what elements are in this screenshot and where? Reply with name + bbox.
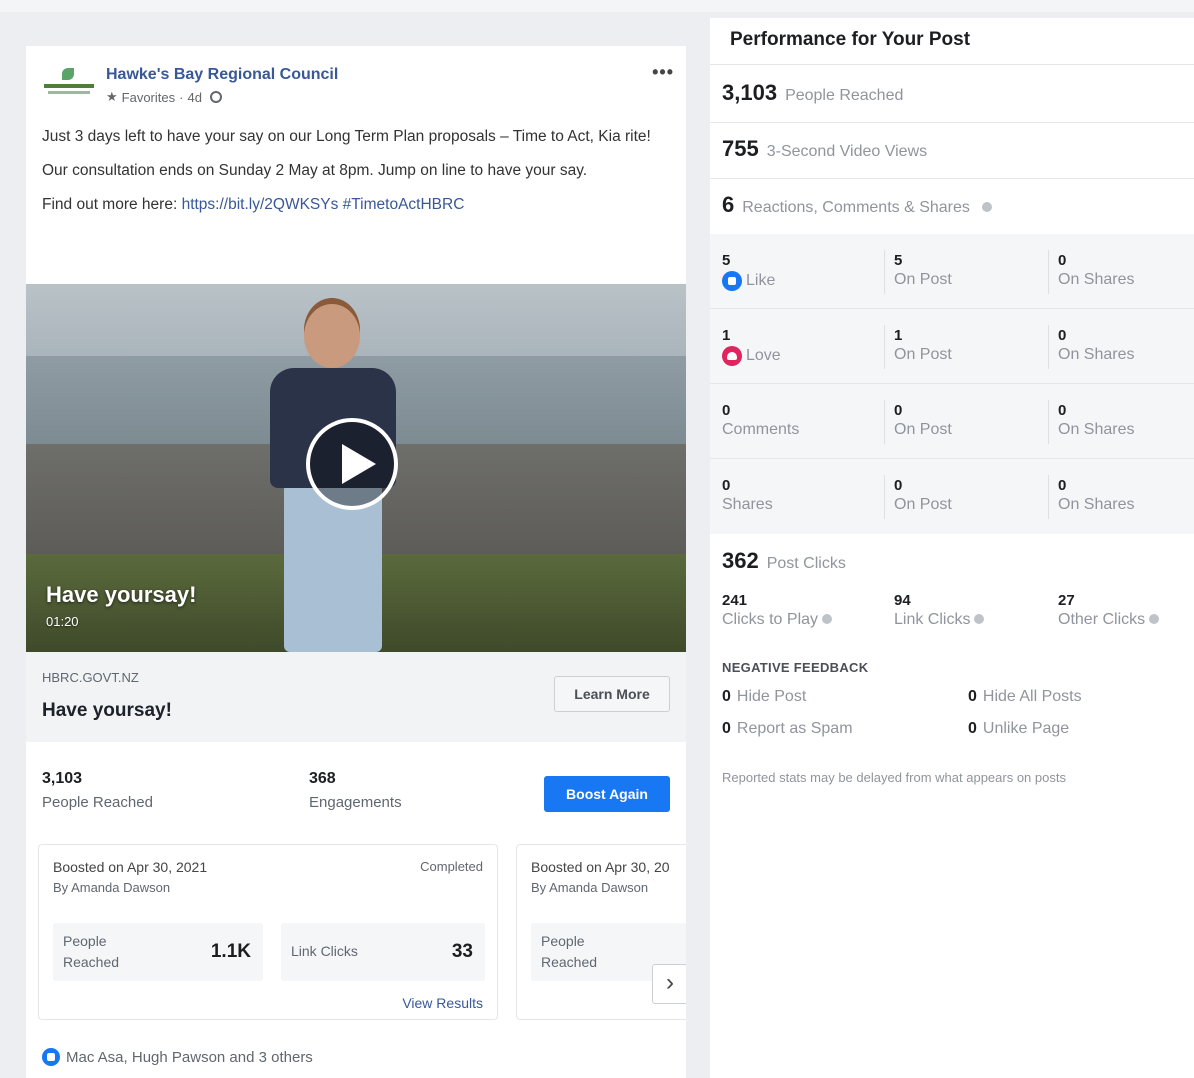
hashtag-link[interactable]: #TimetoActHBRC [343, 196, 465, 213]
learn-more-button[interactable]: Learn More [554, 676, 670, 712]
post-card: Hawke's Bay Regional Council ★ Favorites… [26, 46, 686, 1078]
unlike-page-stat: 0 Unlike Page [968, 720, 1070, 737]
reaction-row-comments: 0 Comments 0 On Post 0 On Shares [710, 384, 1194, 458]
boost-history: Boosted on Apr 30, 2021 By Amanda Dawson… [26, 838, 686, 1024]
like-icon [42, 1048, 60, 1066]
like-icon [722, 271, 742, 291]
boost-author: By Amanda Dawson [531, 880, 649, 895]
performance-panel: Performance for Your Post 3,103 People R… [710, 18, 1194, 1078]
view-results-link[interactable]: View Results [402, 995, 483, 1011]
stats-disclaimer: Reported stats may be delayed from what … [722, 770, 1066, 785]
panel-title: Performance for Your Post [730, 29, 971, 50]
boost-author: By Amanda Dawson [53, 880, 171, 895]
love-icon [722, 346, 742, 366]
post-text: Just 3 days left to have your say on our… [42, 126, 670, 228]
report-spam-stat: 0 Report as Spam [722, 720, 853, 737]
globe-icon [209, 91, 222, 103]
play-icon[interactable] [306, 418, 398, 510]
hide-all-posts-stat: 0 Hide All Posts [968, 688, 1082, 705]
preview-title: Have yoursay! [42, 700, 172, 721]
engagements-stat: 368 Engagements [309, 770, 402, 811]
info-icon[interactable] [822, 614, 833, 624]
boost-again-button[interactable]: Boost Again [544, 776, 670, 812]
info-icon[interactable] [1149, 614, 1160, 624]
people-reached-metric: People Reached 1.1K [53, 923, 263, 981]
reaction-row-like: 5 Like 5 On Post 0 On Shares [710, 234, 1194, 308]
post-paragraph: Our consultation ends on Sunday 2 May at… [42, 162, 588, 179]
video-player[interactable]: Have yoursay! 01:20 [26, 284, 686, 652]
people-reached-stat: 3,103 People Reached [42, 770, 153, 811]
boost-card[interactable]: Boosted on Apr 30, 2021 By Amanda Dawson… [38, 844, 498, 1020]
boost-status: Completed [420, 859, 483, 874]
other-clicks-stat: 27 Other Clicks [1058, 592, 1160, 629]
find-out-text: Find out more here: [42, 196, 178, 213]
post-link[interactable]: https://bit.ly/2QWKSYs [182, 196, 339, 213]
post-paragraph: Just 3 days left to have your say on our… [42, 128, 651, 145]
preview-domain: HBRC.GOVT.NZ [42, 670, 139, 685]
star-icon: ★ [106, 89, 118, 104]
more-options-button[interactable]: ••• [652, 62, 674, 83]
hide-post-stat: 0 Hide Post [722, 688, 807, 705]
reaction-row-shares: 0 Shares 0 On Post 0 On Shares [710, 459, 1194, 533]
reactors-text: Mac Asa, Hugh Pawson and 3 others [66, 1048, 313, 1066]
negative-feedback-header: NEGATIVE FEEDBACK [722, 660, 869, 675]
people-reached-summary: 3,103 People Reached [722, 80, 904, 105]
video-title: Have yoursay! [46, 582, 197, 607]
link-clicks-metric: Link Clicks 33 [281, 923, 485, 981]
link-clicks-stat: 94 Link Clicks [894, 592, 985, 629]
post-header: Hawke's Bay Regional Council ★ Favorites… [42, 62, 674, 106]
video-person [284, 484, 382, 652]
video-duration: 01:20 [46, 614, 79, 629]
post-clicks-summary: 362 Post Clicks [722, 548, 846, 573]
info-icon[interactable] [974, 614, 985, 624]
video-views-summary: 755 3-Second Video Views [722, 136, 928, 161]
link-preview[interactable]: HBRC.GOVT.NZ Have yoursay! Learn More [26, 652, 686, 742]
reactions-breakdown: 5 Like 5 On Post 0 On Shares 1 Love 1 On… [710, 234, 1194, 534]
reactions-summary[interactable]: Mac Asa, Hugh Pawson and 3 others [42, 1048, 313, 1066]
favorites-label: Favorites [121, 89, 176, 105]
clicks-to-play-stat: 241 Clicks to Play [722, 592, 833, 629]
reactions-summary-stat: 6 Reactions, Comments & Shares [722, 192, 992, 218]
post-paragraph: Find out more here: https://bit.ly/2QWKS… [42, 194, 670, 216]
info-icon[interactable] [981, 202, 992, 212]
top-strip [0, 0, 1194, 12]
reaction-row-love: 1 Love 1 On Post 0 On Shares [710, 309, 1194, 383]
post-meta: ★ Favorites · 4d [106, 89, 222, 105]
page-logo[interactable] [42, 68, 96, 102]
post-stats: 3,103 People Reached 368 Engagements Boo… [26, 758, 686, 828]
boost-date: Boosted on Apr 30, 2021 [53, 859, 208, 875]
chevron-right-icon[interactable]: › [652, 964, 686, 1004]
post-age[interactable]: 4d [187, 90, 201, 105]
boost-date: Boosted on Apr 30, 20 [531, 859, 670, 875]
page-name-link[interactable]: Hawke's Bay Regional Council [106, 66, 338, 84]
